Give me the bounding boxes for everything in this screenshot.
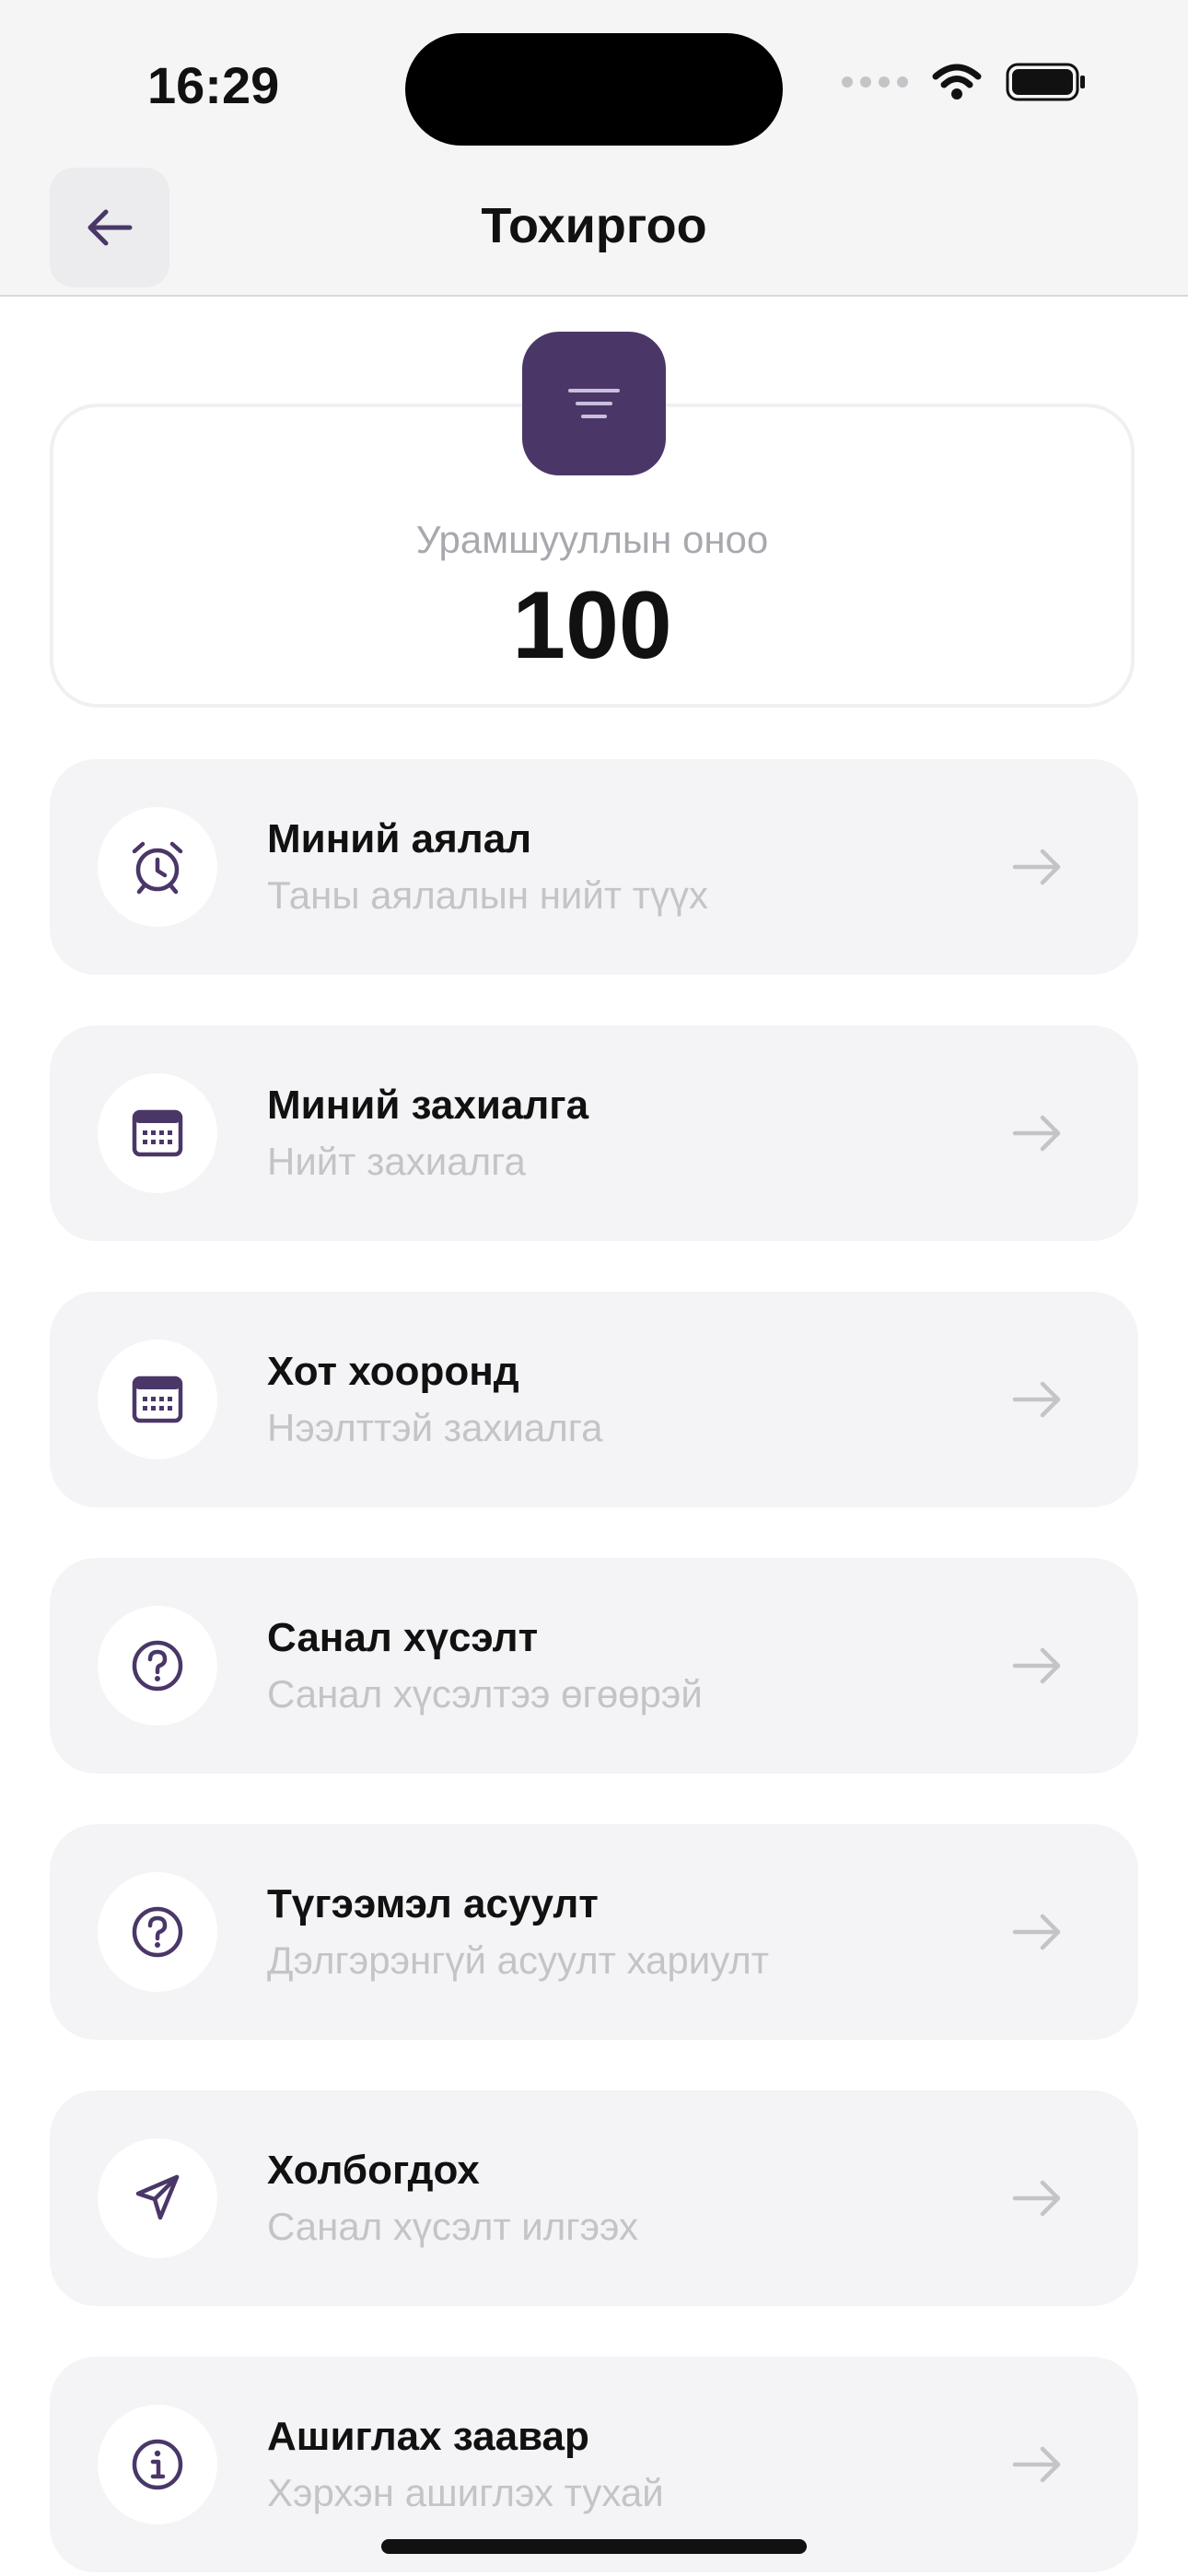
arrow-right-icon <box>1012 1115 1061 1152</box>
menu-item-subtitle: Нийт захиалга <box>267 1140 526 1183</box>
menu-icon-bg <box>98 1872 217 1992</box>
menu-icon-bg <box>98 2405 217 2524</box>
arrow-right-icon <box>1012 849 1061 885</box>
dynamic-island <box>405 33 783 146</box>
menu-lines-icon <box>568 389 620 418</box>
battery-icon <box>1006 63 1085 101</box>
menu-item-contact[interactable]: Холбогдох Санал хүсэлт илгээх <box>50 2090 1138 2306</box>
menu-item-title: Түгээмэл асуулт <box>267 1881 599 1926</box>
menu-item-subtitle: Хэрхэн ашиглэх тухай <box>267 2471 664 2514</box>
menu-item-subtitle: Нээлттэй захиалга <box>267 1406 603 1449</box>
menu-icon-bg <box>98 1606 217 1726</box>
menu-item-my-orders[interactable]: Миний захиалга Нийт захиалга <box>50 1025 1138 1241</box>
navigation-arrow-icon <box>135 2174 180 2220</box>
arrow-right-icon <box>1012 2180 1061 2217</box>
menu-item-subtitle: Санал хүсэлтээ өгөөрэй <box>267 1672 703 1715</box>
menu-item-title: Ашиглах заавар <box>267 2414 589 2459</box>
menu-item-title: Миний захиалга <box>267 1083 589 1128</box>
menu-icon-bg <box>98 807 217 927</box>
menu-item-title: Хот хооронд <box>267 1349 519 1394</box>
menu-item-my-trips[interactable]: Миний аялал Таны аялалын нийт түүх <box>50 759 1138 975</box>
menu-item-intercity[interactable]: Хот хооронд Нээлттэй захиалга <box>50 1292 1138 1507</box>
info-circle-icon <box>132 2439 183 2490</box>
arrow-right-icon <box>1012 1647 1061 1684</box>
page-title: Тохиргоо <box>481 198 707 253</box>
menu-icon-bg <box>98 1073 217 1193</box>
menu-item-subtitle: Дэлгэрэнгүй асуулт хариулт <box>267 1938 770 1982</box>
points-value: 100 <box>512 572 672 679</box>
menu-item-faq[interactable]: Түгээмэл асуулт Дэлгэрэнгүй асуулт хариу… <box>50 1824 1138 2040</box>
points-badge <box>522 332 666 475</box>
status-time: 16:29 <box>147 56 280 114</box>
arrow-right-icon <box>1012 1381 1061 1418</box>
menu-item-title: Миний аялал <box>267 816 532 861</box>
menu-icon-bg <box>98 1340 217 1459</box>
menu-item-title: Холбогдох <box>267 2148 480 2193</box>
home-indicator[interactable] <box>381 2539 807 2554</box>
status-icons <box>842 63 1087 101</box>
menu-item-feedback[interactable]: Санал хүсэлт Санал хүсэлтээ өгөөрэй <box>50 1558 1138 1774</box>
menu-item-title: Санал хүсэлт <box>267 1615 539 1660</box>
signal-dots-icon <box>842 76 908 88</box>
question-circle-icon <box>132 1640 183 1692</box>
menu-item-subtitle: Санал хүсэлт илгээх <box>267 2205 638 2248</box>
arrow-right-icon <box>1012 1914 1061 1950</box>
menu-item-subtitle: Таны аялалын нийт түүх <box>267 873 708 917</box>
calendar-icon <box>132 1376 183 1423</box>
alarm-clock-icon <box>132 841 183 895</box>
calendar-icon <box>132 1109 183 1157</box>
arrow-right-icon <box>1012 2446 1061 2483</box>
points-label: Урамшууллын оноо <box>415 518 769 561</box>
wifi-icon <box>932 64 982 100</box>
header: 16:29 Тохиргоо <box>0 0 1188 297</box>
menu-icon-bg <box>98 2138 217 2258</box>
question-circle-icon <box>132 1906 183 1958</box>
